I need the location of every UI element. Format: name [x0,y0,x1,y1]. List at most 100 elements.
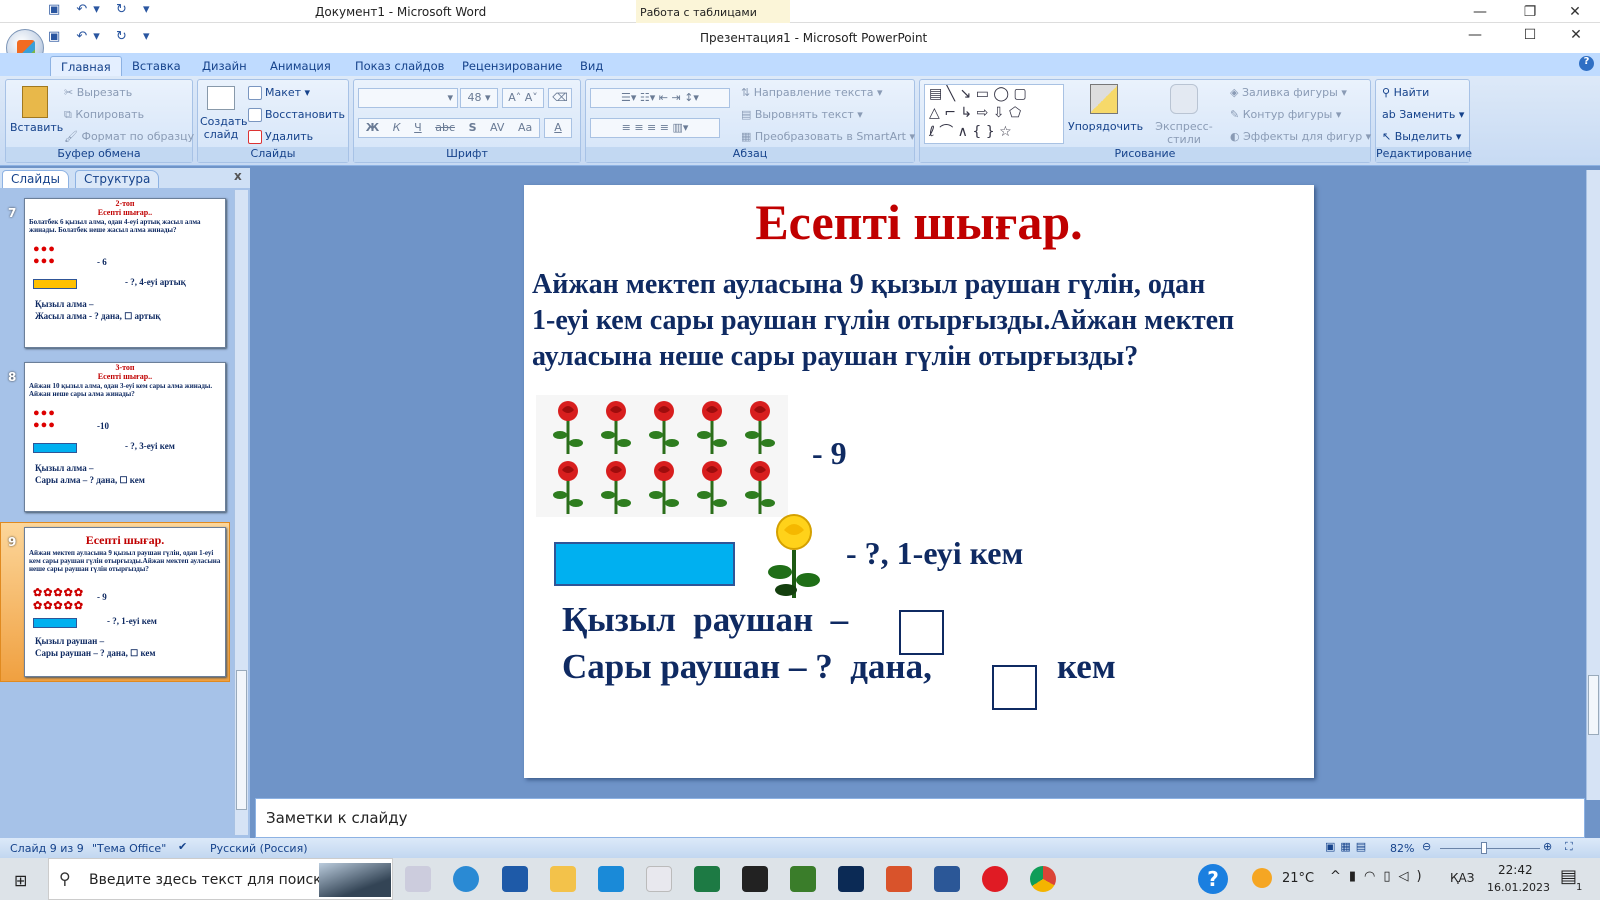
cut-button[interactable]: ✂ Вырезать [64,86,132,99]
mail-icon[interactable] [598,866,624,892]
spellcheck-icon[interactable]: ✔ [178,840,187,853]
tray-icons[interactable]: ^▮◠▯◁) [1330,869,1430,884]
answer-box-yellow[interactable] [992,665,1037,710]
zoom-slider-thumb[interactable] [1480,842,1487,854]
align-text-button[interactable]: ▤ Выровнять текст ▾ [741,108,863,121]
tab-design[interactable]: Дизайн [192,56,257,76]
font-name-select[interactable]: ▾ [358,88,458,108]
change-case-button[interactable]: Aa [518,119,532,137]
layout-button[interactable]: Макет ▾ [248,86,310,100]
red-rose-icon [745,461,775,514]
list-indent-buttons[interactable]: ☰▾ ☷▾ ⇤ ⇥ ↕▾ [590,88,730,108]
shadow-button[interactable]: S [469,119,477,137]
tab-home[interactable]: Главная [50,56,122,76]
weather-temp[interactable]: 21°C [1282,871,1314,886]
excel-icon[interactable] [694,866,720,892]
clock-date[interactable]: 16.01.2023 [1487,881,1550,894]
slide-thumbnail[interactable]: Есепті шығар. Айжан мектеп ауласына 9 қы… [24,527,226,677]
help-icon[interactable]: ? [1579,56,1594,71]
font-size-select[interactable]: 48 ▾ [460,88,498,108]
amazon-icon[interactable] [742,866,768,892]
windows-start-icon[interactable]: ⊞ [14,871,27,890]
slide-thumbnail[interactable]: 3-топ Есепті шығар.. Айжан 10 қызыл алма… [24,362,226,512]
strikethrough-button[interactable]: abc [435,119,455,137]
opera-icon[interactable] [982,866,1008,892]
shape-fill-button[interactable]: ◈ Заливка фигуры ▾ [1230,86,1347,99]
alignment-buttons[interactable]: ≡ ≡ ≡ ≡ ▥▾ [590,118,720,138]
word-restore-button[interactable]: ❐ [1510,4,1550,20]
notifications-icon[interactable]: ▤ [1560,866,1577,887]
fit-slide-button[interactable]: ⛶ [1565,840,1573,854]
delete-slide-button[interactable]: Удалить [248,130,313,144]
text-direction-button[interactable]: ⇅ Направление текста ▾ [741,86,883,99]
edge-icon[interactable] [453,866,479,892]
clear-format-button[interactable]: ⌫ [548,88,572,108]
word-context-tab[interactable]: Работа с таблицами [636,0,790,23]
shapes-gallery[interactable]: ▤ ╲ ↘ ▭ ◯ ▢ △ ⌐ ↳ ⇨ ⇩ ⬠ ℓ ⌒ ∧ { } ☆ [924,84,1064,144]
format-painter-button[interactable]: 🖌 Формат по образцу [64,130,194,143]
theme-name[interactable]: "Тема Office" [92,842,166,855]
replace-button[interactable]: ab Заменить ▾ [1382,108,1464,121]
taskbar-search[interactable]: ⚲ Введите здесь текст для поиска [48,858,393,900]
new-slide-button[interactable]: Создать слайд [200,86,248,141]
clock-time[interactable]: 22:42 [1498,863,1533,877]
slide-thumbnail[interactable]: 2-топ Есепті шығар.. Болатбек 6 қызыл ал… [24,198,226,348]
tab-animation[interactable]: Анимация [260,56,341,76]
underline-button[interactable]: Ч [414,119,422,137]
weather-icon[interactable] [1252,868,1272,888]
select-button[interactable]: ↖ Выделить ▾ [1382,130,1461,143]
chrome-icon[interactable] [1030,866,1056,892]
find-button[interactable]: ⚲ Найти [1382,86,1429,99]
tripadvisor-icon[interactable] [790,866,816,892]
italic-button[interactable]: К [393,119,401,137]
zoom-in-button[interactable]: ⊕ [1543,840,1552,853]
thumb-count: - 9 [97,592,107,602]
language-status[interactable]: Русский (Россия) [210,842,308,855]
close-button[interactable]: ✕ [1556,27,1596,43]
quick-styles-button[interactable]: Экспресс-стили [1142,84,1226,146]
panel-close-button[interactable]: x [234,169,242,183]
word-close-button[interactable]: ✕ [1555,4,1595,20]
maximize-button[interactable]: ☐ [1510,27,1550,43]
smartart-button[interactable]: ▦ Преобразовать в SmartArt ▾ [741,130,915,143]
word-quick-access-toolbar[interactable]: ▣ ↶▾ ↻ ▾ [48,2,156,17]
tab-slideshow[interactable]: Показ слайдов [345,56,454,76]
ppt-quick-access-toolbar[interactable]: ▣ ↶▾ ↻ ▾ [48,29,156,44]
slide-scroll-thumb[interactable] [1588,675,1599,735]
input-language[interactable]: ҚАЗ [1450,871,1474,885]
help-app-icon[interactable]: ? [1198,864,1228,894]
tab-view[interactable]: Вид [570,56,613,76]
word-icon[interactable] [934,866,960,892]
file-explorer-icon[interactable] [550,866,576,892]
view-buttons[interactable]: ▣▦▤ [1325,840,1371,853]
shape-outline-button[interactable]: ✎ Контур фигуры ▾ [1230,108,1341,121]
panel-scrollbar[interactable] [234,190,248,835]
paste-button[interactable]: Вставить [10,86,63,134]
slide-scrollbar[interactable] [1586,170,1600,800]
char-spacing-button[interactable]: AV [490,119,504,137]
panel-scroll-thumb[interactable] [236,670,247,810]
slide-canvas[interactable]: Есепті шығар. Айжан мектеп ауласына 9 қы… [524,185,1314,778]
powerpoint-icon[interactable] [886,866,912,892]
copy-button[interactable]: ⧉ Копировать [64,108,144,122]
bold-button[interactable]: Ж [366,119,379,137]
security-app-icon[interactable] [838,866,864,892]
task-view-icon[interactable] [405,866,431,892]
minimize-button[interactable]: — [1455,27,1495,43]
grow-shrink-font-buttons[interactable]: A˄ A˅ [502,88,544,108]
font-color-button[interactable]: A [544,118,572,138]
zoom-level[interactable]: 82% [1390,842,1414,855]
word-minimize-button[interactable]: — [1460,4,1500,20]
arrange-button[interactable]: Упорядочить [1068,84,1143,133]
tab-outline[interactable]: Структура [75,170,160,188]
zoom-out-button[interactable]: ⊖ [1422,840,1431,853]
reset-button[interactable]: Восстановить [248,108,345,122]
tab-insert[interactable]: Вставка [122,56,191,76]
shape-effects-button[interactable]: ◐ Эффекты для фигур ▾ [1230,130,1371,143]
zoom-slider[interactable] [1440,848,1540,849]
store-icon[interactable] [502,866,528,892]
notes-input[interactable]: Заметки к слайду [255,798,1585,838]
tab-review[interactable]: Рецензирование [452,56,572,76]
tab-slides[interactable]: Слайды [2,170,69,188]
dropbox-icon[interactable] [646,866,672,892]
